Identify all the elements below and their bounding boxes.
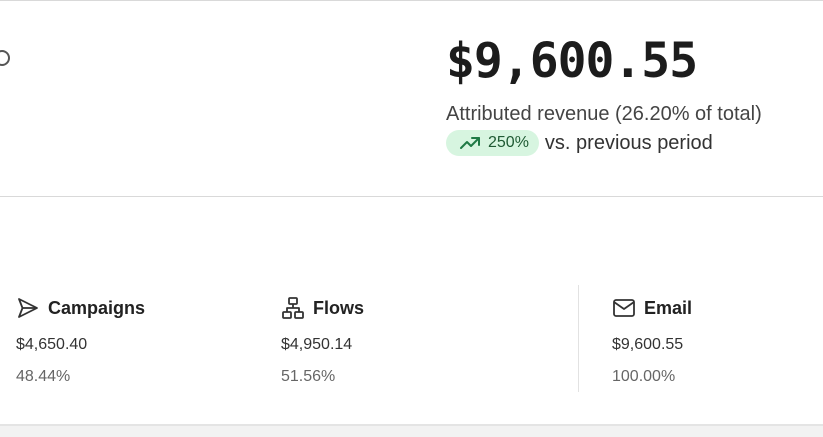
attributed-revenue-amount: $9,600.55 (446, 33, 698, 89)
trending-up-icon (460, 137, 480, 149)
bottom-edge (0, 424, 823, 437)
column-divider (578, 285, 579, 392)
top-border (0, 0, 823, 1)
send-icon (18, 298, 38, 318)
revenue-summary: $9,600.55 Attributed revenue (26.20% of … (446, 30, 762, 156)
channel-title: Email (644, 297, 693, 318)
partial-icon (0, 50, 10, 66)
channel-email: Email $9,600.55 100.00% (612, 295, 692, 387)
channel-percent: 100.00% (612, 368, 676, 385)
channel-title: Campaigns (48, 297, 146, 318)
channel-percent: 48.44% (16, 368, 71, 385)
trend-suffix: vs. previous period (544, 131, 713, 154)
flow-hierarchy-icon (282, 297, 304, 319)
mail-icon (613, 299, 635, 317)
channel-amount: $9,600.55 (612, 336, 684, 353)
section-divider (0, 196, 823, 197)
channel-flows: Flows $4,950.14 51.56% (281, 295, 364, 387)
channel-amount: $4,950.14 (281, 336, 353, 353)
trend-badge: 250% (446, 130, 539, 156)
channel-amount: $4,650.40 (16, 336, 88, 353)
trend-row: 250% vs. previous period (446, 130, 762, 156)
channel-campaigns: Campaigns $4,650.40 48.44% (16, 295, 145, 387)
attributed-revenue-caption: Attributed revenue (26.20% of total) (446, 103, 762, 125)
channel-percent: 51.56% (281, 368, 336, 385)
trend-value: 250% (488, 134, 529, 151)
channel-title: Flows (313, 297, 365, 318)
